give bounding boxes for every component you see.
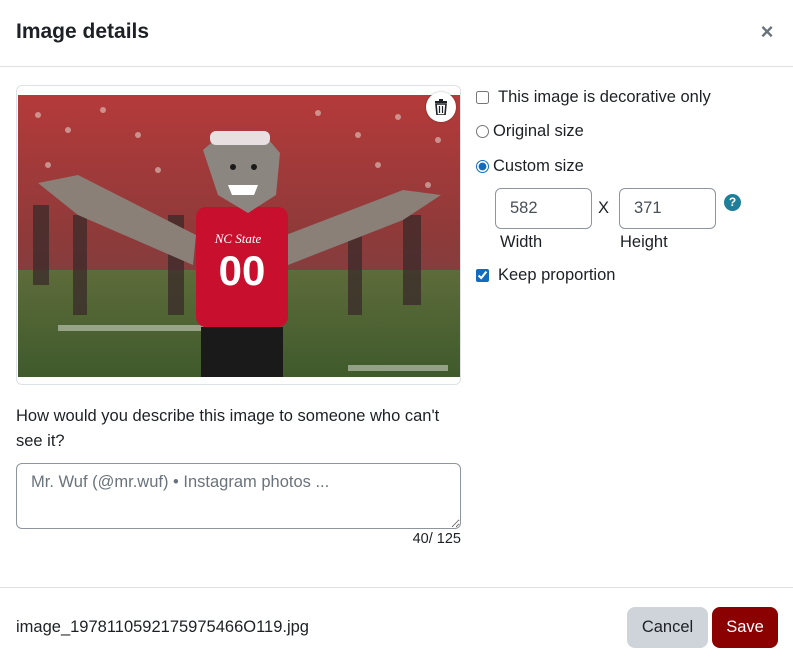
save-button[interactable]: Save (712, 607, 778, 648)
alt-text-question: How would you describe this image to som… (16, 407, 440, 450)
delete-image-button[interactable] (426, 92, 456, 122)
keep-proportion-label: Keep proportion (498, 266, 616, 284)
image-filename: image_1978110592175975466O119.jpg (16, 618, 309, 636)
custom-size-option[interactable]: Custom size (476, 157, 584, 176)
svg-text:00: 00 (219, 247, 266, 294)
original-size-option[interactable]: Original size (476, 122, 584, 141)
image-preview-card: 00 NC State (16, 85, 461, 385)
height-label: Height (620, 233, 668, 251)
width-input[interactable] (495, 188, 592, 229)
modal-footer: image_1978110592175975466O119.jpg Cancel… (0, 587, 793, 661)
height-input[interactable] (619, 188, 716, 229)
width-label: Width (500, 233, 543, 251)
modal-title: Image details (16, 20, 150, 43)
alt-text-field[interactable] (16, 463, 461, 529)
times-symbol: X (598, 199, 610, 217)
modal-header: Image details × (0, 0, 793, 67)
custom-size-label: Custom size (493, 157, 584, 175)
custom-size-radio[interactable] (476, 160, 489, 173)
decorative-option[interactable]: This image is decorative only (476, 88, 711, 107)
close-button[interactable]: × (759, 20, 775, 44)
decorative-label: This image is decorative only (498, 88, 711, 106)
svg-text:NC State: NC State (214, 231, 262, 246)
help-icon[interactable]: ? (724, 194, 741, 211)
keep-proportion-checkbox[interactable] (476, 269, 489, 282)
original-size-label: Original size (493, 122, 584, 140)
original-size-radio[interactable] (476, 125, 489, 138)
cancel-button[interactable]: Cancel (627, 607, 708, 648)
preview-image: 00 NC State (18, 95, 460, 377)
char-count: 40/ 125 (412, 531, 461, 547)
trash-icon (435, 99, 447, 115)
decorative-checkbox[interactable] (476, 91, 489, 104)
keep-proportion-option[interactable]: Keep proportion (476, 266, 615, 285)
